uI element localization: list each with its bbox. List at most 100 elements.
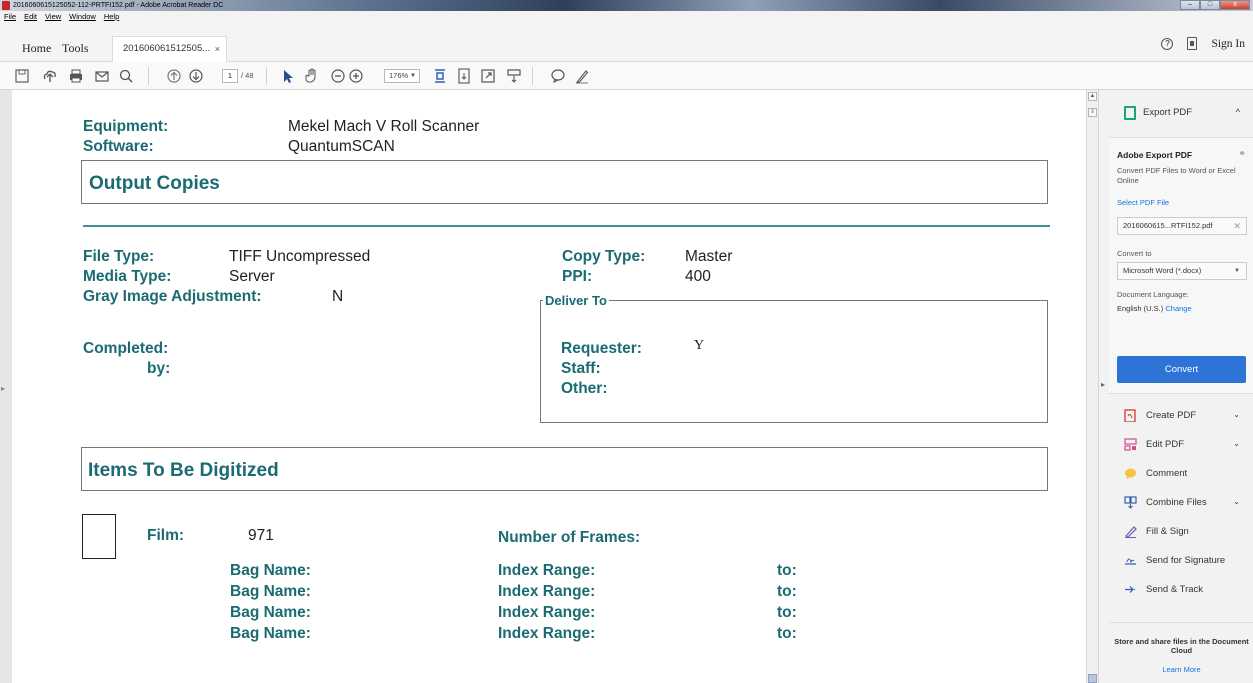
send-track-icon bbox=[1125, 586, 1136, 593]
menu-help[interactable]: Help bbox=[104, 11, 119, 22]
staff-label: Staff: bbox=[561, 360, 601, 377]
export-pdf-icon bbox=[1124, 106, 1136, 120]
toolbar-separator bbox=[266, 67, 267, 85]
scroll-thumb[interactable] bbox=[1088, 674, 1097, 683]
pen-icon[interactable] bbox=[574, 67, 590, 85]
completed-by-label: by: bbox=[147, 360, 171, 377]
close-tab-icon[interactable]: × bbox=[215, 37, 220, 61]
chevron-down-icon[interactable]: ⌄ bbox=[1233, 410, 1240, 419]
media-type-value: Server bbox=[229, 268, 275, 285]
ppi-label: PPI: bbox=[562, 268, 593, 285]
comment-icon[interactable] bbox=[550, 67, 566, 85]
export-card-title: Adobe Export PDF bbox=[1117, 150, 1193, 160]
chevron-up-icon[interactable]: ^ bbox=[1236, 107, 1240, 117]
print-icon[interactable] bbox=[68, 67, 84, 85]
requester-value: Y bbox=[694, 338, 705, 353]
chevron-down-icon[interactable]: ⌄ bbox=[1233, 439, 1240, 448]
collapse-pane-icon[interactable]: ▸ bbox=[1101, 380, 1105, 389]
document-language-value: English (U.S.) Change bbox=[1117, 304, 1192, 313]
zoom-in-icon[interactable] bbox=[348, 67, 364, 85]
close-window-button[interactable]: x bbox=[1220, 0, 1250, 10]
document-tab[interactable]: 201606061512505... × bbox=[112, 36, 227, 62]
convert-to-dropdown[interactable]: Microsoft Word (*.docx) ▼ bbox=[1117, 262, 1247, 280]
save-icon[interactable] bbox=[14, 67, 30, 85]
link-icon[interactable]: ⚭ bbox=[1238, 148, 1246, 159]
selected-file-field[interactable]: 2016060615...RTFI152.pdf ✕ bbox=[1117, 217, 1247, 235]
tools-tab[interactable]: Tools bbox=[62, 41, 89, 56]
menu-window[interactable]: Window bbox=[69, 11, 96, 22]
film-label: Film: bbox=[147, 527, 185, 544]
tool-combine-files[interactable]: Combine Files ⌄ bbox=[1109, 488, 1253, 517]
help-icon[interactable]: ? bbox=[1161, 37, 1174, 50]
chevron-down-icon[interactable]: ⌄ bbox=[1233, 497, 1240, 506]
create-pdf-icon bbox=[1124, 409, 1136, 422]
scroll-mode-icon[interactable] bbox=[456, 67, 472, 85]
gray-adjustment-value: N bbox=[332, 288, 344, 305]
document-tab-label: 201606061512505... bbox=[123, 43, 211, 54]
completed-label: Completed: bbox=[83, 340, 169, 357]
chevron-down-icon: ▼ bbox=[410, 73, 416, 79]
tool-fill-sign[interactable]: Fill & Sign bbox=[1109, 517, 1253, 546]
media-type-label: Media Type: bbox=[83, 268, 172, 285]
index-to-label: to: bbox=[777, 562, 797, 579]
file-type-value: TIFF Uncompressed bbox=[229, 248, 371, 265]
select-pdf-file-link[interactable]: Select PDF File bbox=[1117, 198, 1169, 207]
index-range-label: Index Range: bbox=[498, 625, 596, 642]
tool-create-pdf[interactable]: Create PDF ⌄ bbox=[1109, 401, 1253, 430]
toolbar-separator bbox=[148, 67, 149, 85]
scroll-up-icon[interactable]: ▲ bbox=[1088, 92, 1097, 101]
menu-view[interactable]: View bbox=[45, 11, 61, 22]
split-view-icon[interactable]: ≡ bbox=[1088, 108, 1097, 117]
tab-bar: Home Tools 201606061512505... × ? Sign I… bbox=[0, 22, 1253, 62]
equipment-value: Mekel Mach V Roll Scanner bbox=[288, 118, 480, 135]
page-number-input[interactable]: 1 bbox=[222, 69, 238, 83]
items-heading: Items To Be Digitized bbox=[88, 460, 279, 481]
email-icon[interactable] bbox=[94, 67, 110, 85]
film-value: 971 bbox=[248, 527, 274, 544]
tool-label: Edit PDF bbox=[1146, 439, 1185, 450]
menu-edit[interactable]: Edit bbox=[24, 11, 37, 22]
tool-send-for-signature[interactable]: Send for Signature bbox=[1109, 546, 1253, 575]
upload-icon[interactable] bbox=[42, 67, 58, 85]
read-mode-icon[interactable] bbox=[506, 67, 522, 85]
change-language-link[interactable]: Change bbox=[1165, 304, 1191, 313]
tool-comment[interactable]: Comment bbox=[1109, 459, 1253, 488]
zoom-out-icon[interactable] bbox=[330, 67, 346, 85]
page-down-icon[interactable] bbox=[188, 67, 204, 85]
convert-to-label: Convert to bbox=[1117, 249, 1152, 258]
software-label: Software: bbox=[83, 138, 154, 155]
remove-file-icon[interactable]: ✕ bbox=[1233, 218, 1241, 234]
window-title: 2016060615125052-112-PRTFI152.pdf - Adob… bbox=[13, 2, 224, 9]
tool-send-track[interactable]: Send & Track bbox=[1109, 575, 1253, 604]
left-panel-toggle-icon[interactable]: ▸ bbox=[1, 384, 5, 393]
convert-button[interactable]: Convert bbox=[1117, 356, 1246, 383]
document-viewport[interactable]: ▸ Equipment: Mekel Mach V Roll Scanner S… bbox=[0, 90, 1098, 683]
sign-in-link[interactable]: Sign In bbox=[1211, 38, 1245, 50]
home-tab[interactable]: Home bbox=[22, 41, 51, 56]
maximize-button[interactable]: □ bbox=[1200, 0, 1220, 10]
number-of-frames-label: Number of Frames: bbox=[498, 529, 641, 546]
bag-name-label: Bag Name: bbox=[230, 625, 311, 642]
equipment-label: Equipment: bbox=[83, 118, 169, 135]
index-range-label: Index Range: bbox=[498, 604, 596, 621]
export-pdf-header[interactable]: Export PDF ^ bbox=[1109, 90, 1253, 138]
tool-edit-pdf[interactable]: Edit PDF ⌄ bbox=[1109, 430, 1253, 459]
document-language-label: Document Language: bbox=[1117, 290, 1189, 299]
fit-page-icon[interactable] bbox=[432, 67, 448, 85]
software-value: QuantumSCAN bbox=[288, 138, 395, 155]
search-icon[interactable] bbox=[118, 67, 134, 85]
hand-icon[interactable] bbox=[304, 67, 320, 85]
select-cursor-icon[interactable] bbox=[280, 67, 294, 85]
full-screen-icon[interactable] bbox=[480, 67, 496, 85]
page-up-icon[interactable] bbox=[166, 67, 182, 85]
requester-label: Requester: bbox=[561, 340, 642, 357]
mobile-link-icon[interactable] bbox=[1187, 37, 1198, 50]
edit-pdf-icon bbox=[1124, 438, 1137, 451]
menu-file[interactable]: File bbox=[4, 11, 16, 22]
vertical-scrollbar[interactable]: ▲ ≡ bbox=[1086, 90, 1098, 683]
copy-type-label: Copy Type: bbox=[562, 248, 646, 265]
minimize-button[interactable]: – bbox=[1180, 0, 1200, 10]
learn-more-link[interactable]: Learn More bbox=[1109, 665, 1253, 674]
pdf-page: Equipment: Mekel Mach V Roll Scanner Sof… bbox=[12, 90, 1086, 683]
zoom-dropdown[interactable]: 176% ▼ bbox=[384, 69, 420, 83]
